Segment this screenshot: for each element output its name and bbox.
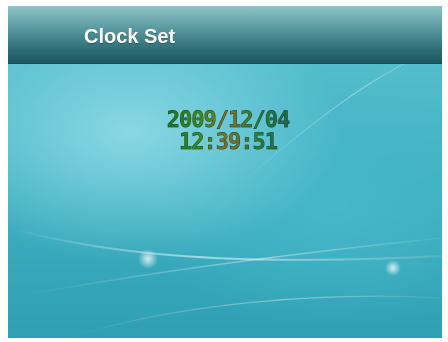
clock-date[interactable]: 2009/12/04 [158, 109, 298, 132]
clock-readout: 2009/12/04 12:39:51 [158, 109, 298, 154]
clock-time[interactable]: 12:39:51 [158, 131, 298, 154]
device-screen: Clock Set 2009/12/04 12:39:51 [8, 6, 442, 338]
page-title: Clock Set [84, 26, 176, 48]
title-bar: Clock Set [8, 6, 442, 64]
